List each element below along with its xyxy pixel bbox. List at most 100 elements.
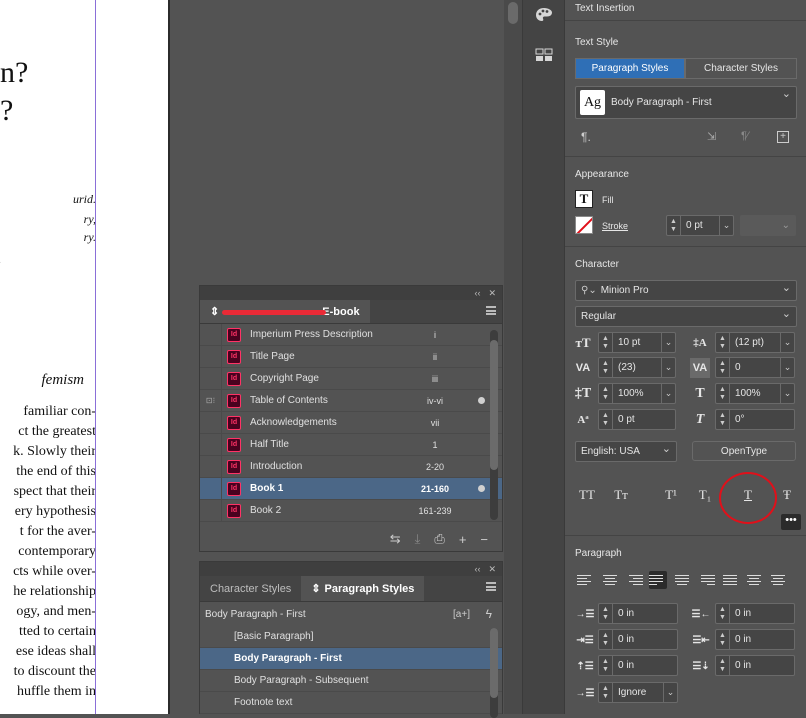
collapse-icon[interactable]: ‹‹ [474, 564, 480, 574]
align-left-icon[interactable] [577, 571, 595, 589]
paragraph-style-select[interactable]: Ag Body Paragraph - First [575, 86, 797, 119]
space-after-field[interactable]: ▲ ▼ 0 in [715, 655, 795, 676]
search-icon: ⚲⌄ [581, 285, 597, 296]
book-row[interactable]: Id Book 2 161-239 [200, 499, 502, 522]
space-before-field[interactable]: ▲ ▼ 0 in [598, 655, 678, 676]
scrollbar-thumb[interactable] [508, 2, 518, 24]
align-right-icon[interactable] [625, 571, 643, 589]
add-document-icon[interactable]: + [459, 532, 467, 547]
paragraph-style-item[interactable]: Body Paragraph - First [200, 648, 502, 670]
book-row[interactable]: Id Imperium Press Description i [200, 323, 502, 346]
tab-paragraph-styles-prop[interactable]: Paragraph Styles [575, 58, 685, 79]
stroke-label[interactable]: Stroke [602, 221, 628, 231]
horizontal-scale-field[interactable]: ▲ ▼ 100% ⌄ [715, 383, 795, 404]
font-family-select[interactable]: ⚲⌄ Minion Pro [575, 280, 797, 301]
paragraph-style-item[interactable]: Footnote text [200, 692, 502, 714]
doc-body-line: spect that their [13, 484, 96, 499]
sync-source-icon[interactable] [200, 499, 222, 522]
tracking-field[interactable]: ▲ ▼ 0 ⌄ [715, 357, 795, 378]
print-icon[interactable]: ⎙ [434, 531, 444, 547]
first-line-indent-field[interactable]: ▲ ▼ 0 in [598, 629, 678, 650]
clear-overrides-icon[interactable]: ¶⁄ [741, 130, 749, 142]
font-style-select[interactable]: Regular [575, 306, 797, 327]
sync-source-icon[interactable] [200, 455, 222, 478]
align-to-grid-select[interactable]: ▲ ▼ Ignore ⌄ [598, 682, 678, 703]
stroke-type-select[interactable]: ⌄ [740, 215, 796, 236]
more-options-icon[interactable]: ••• [781, 514, 801, 530]
baseline-shift-field[interactable]: ▲ ▼ 0 pt [598, 409, 676, 430]
panel-titlebar[interactable]: ‹‹ ✕ [200, 562, 502, 576]
fill-swatch-icon[interactable]: T [575, 190, 593, 208]
last-line-indent-field[interactable]: ▲ ▼ 0 in [715, 629, 795, 650]
paragraph-style-list: [Basic Paragraph] Body Paragraph - First B… [200, 626, 502, 714]
skew-field[interactable]: ▲ ▼ 0° [715, 409, 795, 430]
sync-source-icon[interactable] [200, 477, 222, 500]
tab-character-styles[interactable]: Character Styles [200, 576, 301, 601]
opentype-button[interactable]: OpenType [692, 441, 796, 461]
align-away-from-spine-icon[interactable] [769, 571, 787, 589]
strikethrough-button[interactable]: Ŧ [777, 485, 797, 505]
book-row-pages: 161-239 [418, 505, 452, 516]
close-icon[interactable]: ✕ [488, 564, 496, 575]
book-row[interactable]: Id Half Title 1 [200, 433, 502, 456]
sync-source-icon[interactable] [200, 367, 222, 390]
stroke-weight-field[interactable]: ▲ ▼ 0 pt ⌄ [666, 215, 734, 236]
sync-source-icon[interactable]: ⊡⁝ [200, 389, 222, 412]
canvas-scrollbar[interactable] [504, 0, 522, 714]
quick-apply-icon[interactable]: ϟ [486, 607, 492, 621]
remove-document-icon[interactable]: − [480, 532, 488, 547]
all-caps-button[interactable]: TT [577, 485, 597, 505]
book-row[interactable]: Id Title Page ii [200, 345, 502, 368]
sync-source-icon[interactable] [200, 345, 222, 368]
vertical-scale-field[interactable]: ▲ ▼ 100% ⌄ [598, 383, 676, 404]
paragraph-style-item[interactable]: Body Paragraph - Subsequent [200, 670, 502, 692]
styles-scrollbar[interactable] [490, 628, 498, 718]
sync-style-icon[interactable]: ⇲ [707, 130, 716, 143]
tab-paragraph-styles[interactable]: ⇕ Paragraph Styles [301, 576, 425, 601]
pages-icon[interactable] [531, 44, 557, 66]
indesign-doc-icon: Id [227, 481, 241, 496]
paragraph-style-item[interactable]: [Basic Paragraph] [200, 626, 502, 648]
new-style-icon[interactable]: + [777, 131, 789, 143]
panel-menu-icon[interactable] [486, 582, 496, 591]
new-style-group-icon[interactable]: [a+] [453, 609, 470, 620]
kerning-field[interactable]: ▲ ▼ (23) ⌄ [598, 357, 676, 378]
book-row[interactable]: Id Book 1 21-160 [200, 477, 502, 500]
justify-left-icon[interactable] [649, 571, 667, 589]
sync-source-icon[interactable] [200, 411, 222, 434]
small-caps-button[interactable]: Tт [611, 485, 631, 505]
sync-source-icon[interactable] [200, 323, 222, 346]
synchronize-icon[interactable]: ⇆ [390, 531, 401, 547]
tab-character-styles-prop[interactable]: Character Styles [685, 58, 797, 79]
book-row[interactable]: Id Introduction 2-20 [200, 455, 502, 478]
document-canvas[interactable]: n? ? urid. ry, ry. . femism familiar con… [0, 0, 168, 714]
justify-right-icon[interactable] [697, 571, 715, 589]
panel-titlebar[interactable]: ‹‹ ✕ [200, 286, 502, 300]
subscript-button[interactable]: T₁ [695, 485, 715, 505]
justify-all-icon[interactable] [721, 571, 739, 589]
tab-book[interactable]: ⇕ E-book [200, 300, 370, 323]
save-book-icon[interactable]: ⤓ [415, 531, 421, 547]
sync-source-icon[interactable] [200, 433, 222, 456]
justify-center-icon[interactable] [673, 571, 691, 589]
align-towards-spine-icon[interactable] [745, 571, 763, 589]
swatches-icon[interactable] [531, 4, 557, 26]
book-row[interactable]: Id Acknowledgements vii [200, 411, 502, 434]
leading-field[interactable]: ▲ ▼ (12 pt) ⌄ [715, 332, 795, 353]
stroke-swatch-icon[interactable] [575, 216, 593, 234]
book-row[interactable]: ⊡⁝ Id Table of Contents iv-vi [200, 389, 502, 412]
left-indent-field[interactable]: ▲ ▼ 0 in [598, 603, 678, 624]
book-row[interactable]: Id Copyright Page iii [200, 367, 502, 390]
align-center-icon[interactable] [601, 571, 619, 589]
leading-icon: ‡A [693, 337, 707, 349]
panel-menu-icon[interactable] [486, 306, 496, 315]
right-indent-field[interactable]: ▲ ▼ 0 in [715, 603, 795, 624]
font-size-field[interactable]: ▲ ▼ 10 pt ⌄ [598, 332, 676, 353]
pilcrow-icon[interactable]: ¶. [581, 130, 591, 144]
superscript-button[interactable]: T¹ [661, 485, 681, 505]
collapse-icon[interactable]: ‹‹ [474, 288, 480, 298]
indesign-doc-icon: Id [227, 503, 241, 518]
book-scrollbar[interactable] [490, 330, 498, 520]
close-icon[interactable]: ✕ [488, 288, 496, 299]
language-select[interactable]: English: USA [575, 441, 677, 462]
